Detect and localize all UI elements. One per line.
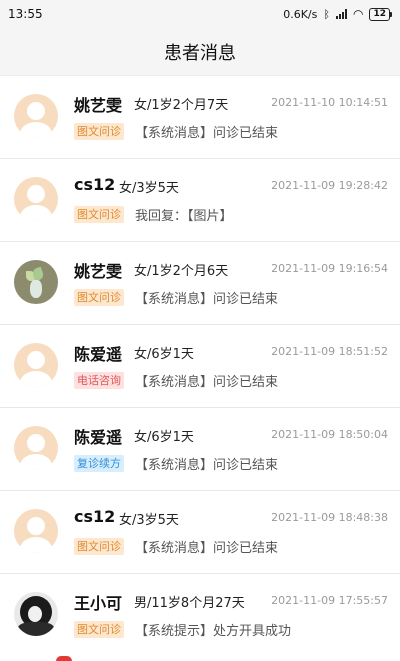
consult-type-badge: 复诊续方 — [74, 455, 124, 472]
patient-name: cs12 — [74, 507, 116, 526]
signal-icon — [335, 9, 347, 19]
message-preview: 【系统消息】问诊已结束 — [135, 458, 279, 473]
message-time: 2021-11-09 18:51:52 — [271, 345, 388, 358]
consult-type-badge: 图文问诊 — [74, 621, 124, 638]
avatar — [14, 177, 58, 221]
network-speed: 0.6K/s — [283, 7, 318, 21]
message-item[interactable]: 陈爱遥 女/6岁1天 2021-11-09 18:51:52 电话咨询 【系统消… — [0, 325, 400, 408]
patient-name: 陈爱遥 — [74, 428, 123, 447]
patient-name: cs12 — [74, 175, 116, 194]
patient-info: 女/1岁2个月7天 — [134, 98, 229, 113]
battery-icon: 12 — [369, 7, 392, 21]
message-item[interactable]: 姚艺雯 女/1岁2个月6天 2021-11-09 19:16:54 图文问诊 【… — [0, 242, 400, 325]
consult-type-badge: 图文问诊 — [74, 206, 124, 223]
status-indicators: 0.6K/s ᛒ ◠ 12 — [283, 7, 392, 21]
page-title: 患者消息 — [164, 42, 236, 64]
patient-name: 王小可 — [74, 594, 123, 613]
message-item[interactable]: 王小可 男/11岁8个月27天 2021-11-09 17:55:57 图文问诊… — [0, 574, 400, 657]
message-preview: 【系统消息】问诊已结束 — [135, 541, 279, 556]
nav-active-indicator — [56, 656, 72, 661]
patient-info: 女/1岁2个月6天 — [134, 264, 229, 279]
consult-type-badge: 图文问诊 — [74, 538, 124, 555]
avatar — [14, 426, 58, 470]
message-list: 姚艺雯 女/1岁2个月7天 2021-11-10 10:14:51 图文问诊 【… — [0, 76, 400, 657]
patient-info: 女/6岁1天 — [134, 347, 194, 362]
patient-name: 姚艺雯 — [74, 96, 123, 115]
message-time: 2021-11-09 19:16:54 — [271, 262, 388, 275]
message-item[interactable]: cs12 女/3岁5天 2021-11-09 19:28:42 图文问诊 我回复… — [0, 159, 400, 242]
patient-info: 女/3岁5天 — [119, 513, 179, 528]
consult-type-badge: 图文问诊 — [74, 123, 124, 140]
avatar — [14, 260, 58, 304]
avatar — [14, 94, 58, 138]
page-header: 患者消息 — [0, 28, 400, 76]
patient-info: 女/3岁5天 — [119, 181, 179, 196]
consult-type-badge: 图文问诊 — [74, 289, 124, 306]
message-time: 2021-11-09 18:50:04 — [271, 428, 388, 441]
message-item[interactable]: cs12 女/3岁5天 2021-11-09 18:48:38 图文问诊 【系统… — [0, 491, 400, 574]
status-time: 13:55 — [8, 7, 43, 21]
wifi-icon: ◠ — [352, 7, 364, 21]
patient-name: 姚艺雯 — [74, 262, 123, 281]
message-time: 2021-11-09 18:48:38 — [271, 511, 388, 524]
status-bar: 13:55 0.6K/s ᛒ ◠ 12 — [0, 0, 400, 28]
avatar — [14, 592, 58, 636]
message-preview: 【系统消息】问诊已结束 — [135, 292, 279, 307]
avatar — [14, 509, 58, 553]
message-time: 2021-11-09 19:28:42 — [271, 179, 388, 192]
message-time: 2021-11-09 17:55:57 — [271, 594, 388, 607]
avatar — [14, 343, 58, 387]
message-preview: 我回复：【图片】 — [135, 209, 233, 224]
message-item[interactable]: 姚艺雯 女/1岁2个月7天 2021-11-10 10:14:51 图文问诊 【… — [0, 76, 400, 159]
bluetooth-icon: ᛒ — [323, 7, 330, 21]
consult-type-badge: 电话咨询 — [74, 372, 124, 389]
message-preview: 【系统消息】问诊已结束 — [135, 126, 279, 141]
message-time: 2021-11-10 10:14:51 — [271, 96, 388, 109]
patient-name: 陈爱遥 — [74, 345, 123, 364]
patient-info: 男/11岁8个月27天 — [134, 596, 245, 611]
message-preview: 【系统消息】问诊已结束 — [135, 375, 279, 390]
patient-info: 女/6岁1天 — [134, 430, 194, 445]
message-item[interactable]: 陈爱遥 女/6岁1天 2021-11-09 18:50:04 复诊续方 【系统消… — [0, 408, 400, 491]
message-preview: 【系统提示】处方开具成功 — [135, 624, 292, 639]
